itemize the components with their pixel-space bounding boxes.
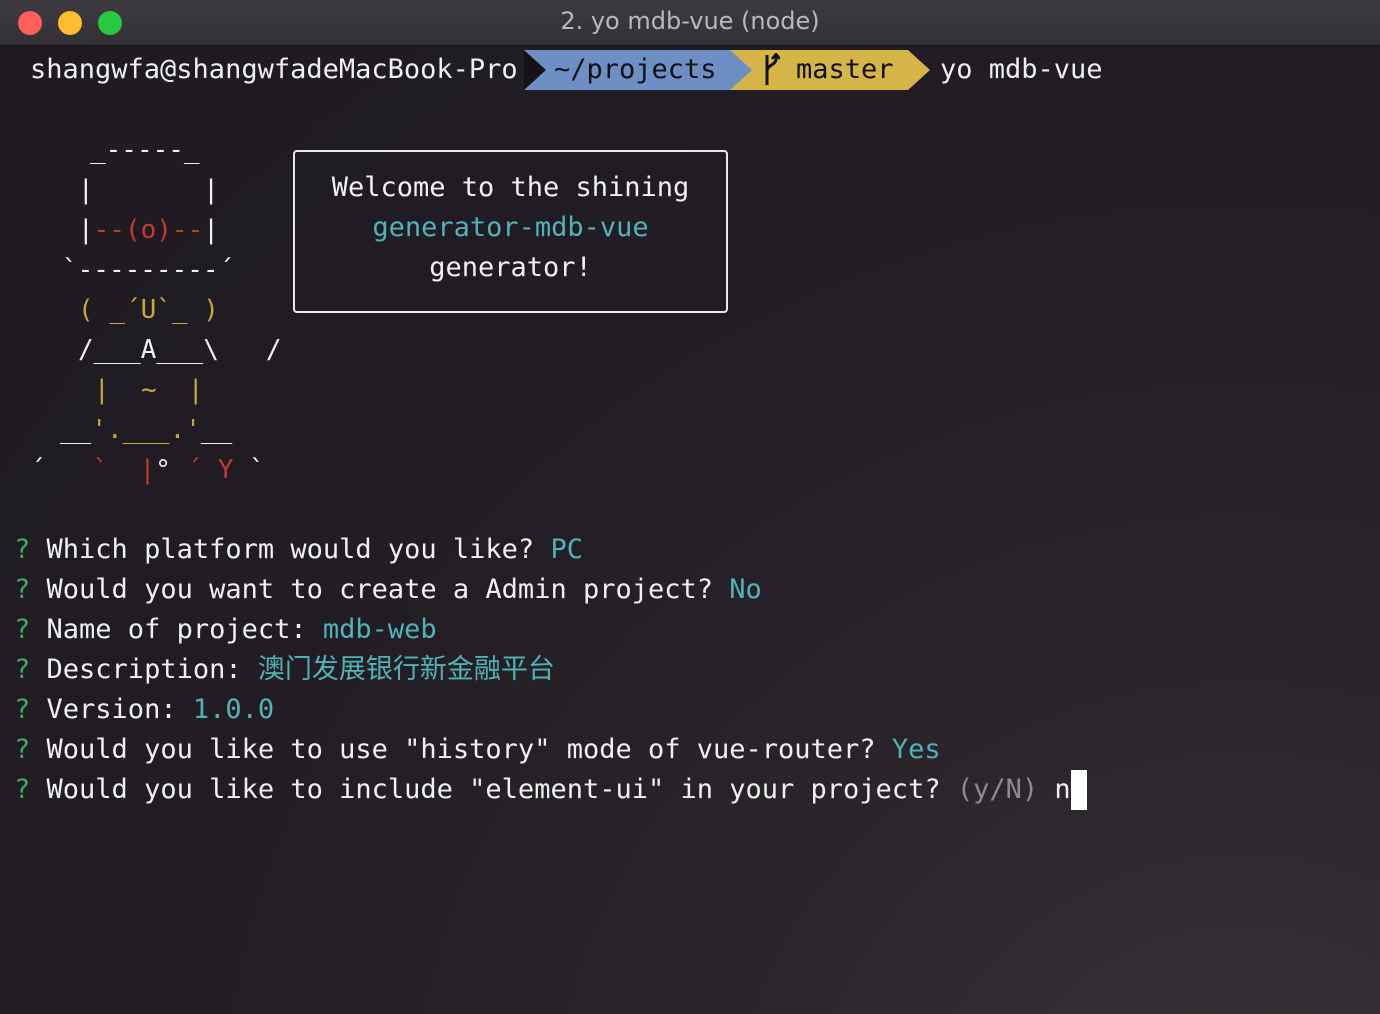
question-answer: mdb-web <box>322 614 437 645</box>
welcome-line-1: Welcome to the shining <box>331 172 690 203</box>
prompt-question: ? Name of project: mdb-web <box>14 614 437 645</box>
prompt-hint: (y/N) <box>956 774 1039 805</box>
question-answer: Yes <box>891 734 941 765</box>
prompt-input[interactable]: n <box>1054 774 1070 805</box>
git-branch-icon <box>765 53 780 85</box>
prompt-question: ? Would you like to use "history" mode o… <box>14 734 941 765</box>
text-cursor <box>1070 770 1087 810</box>
question-answer: No <box>729 574 762 605</box>
prompt-question: ? Would you want to create a Admin proje… <box>14 574 762 605</box>
question-answer: 澳门发展银行新金融平台 <box>257 654 555 685</box>
prompt-separator <box>524 50 546 90</box>
prompt-branch-segment: master <box>730 50 908 90</box>
prompt-branch: master <box>796 54 894 85</box>
active-prompt-question[interactable]: ? Would you like to include "element-ui"… <box>14 770 1087 810</box>
welcome-line-3: generator! <box>429 252 592 283</box>
prompt-separator <box>908 50 930 90</box>
prompt-question: ? Version: 1.0.0 <box>14 694 275 725</box>
window-title: 2. yo mdb-vue (node) <box>560 7 820 35</box>
terminal-window: 2. yo mdb-vue (node) shangwfa@shangwfade… <box>0 0 1380 1014</box>
terminal-content[interactable]: shangwfa@shangwfadeMacBook-Pro ~/project… <box>0 45 1380 1014</box>
prompt-directory: ~/projects <box>524 50 730 90</box>
question-answer: 1.0.0 <box>192 694 275 725</box>
title-bar[interactable]: 2. yo mdb-vue (node) <box>0 0 1380 46</box>
prompt-question: ? Description: 澳门发展银行新金融平台 <box>14 654 555 685</box>
prompt-user-host: shangwfa@shangwfadeMacBook-Pro <box>30 54 518 85</box>
welcome-message-box: Welcome to the shining generator-mdb-vue… <box>293 150 728 313</box>
prompt-question: ? Which platform would you like? PC <box>14 534 583 565</box>
prompt-command: yo mdb-vue <box>940 54 1103 85</box>
welcome-generator-name: generator-mdb-vue <box>372 212 649 243</box>
question-answer: PC <box>550 534 583 565</box>
prompt-separator <box>730 50 752 90</box>
